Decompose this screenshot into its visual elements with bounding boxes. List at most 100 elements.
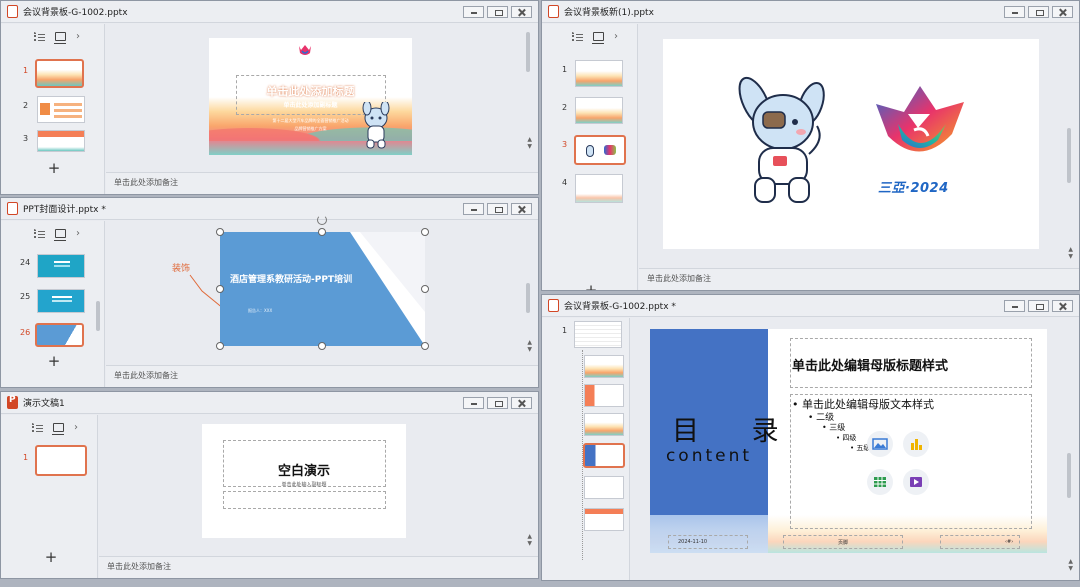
add-slide-button[interactable]: + [44,548,58,566]
layout-thumbnail[interactable] [584,355,624,378]
slide-canvas[interactable]: 目 录 content 单击此处编辑母版标题样式 • 单击此处编辑母版文本样式 … [650,329,1047,553]
resize-handle[interactable] [216,285,224,293]
slide-thumbnail[interactable] [575,97,623,124]
slide-editor[interactable]: ▲ ▼ 空白演示 单击此处输入副标题 单击此处添加备注 [99,415,538,578]
vertical-scrollbar[interactable] [1067,128,1071,183]
title-bar[interactable]: 会议背景板新(1).pptx [542,1,1079,23]
add-slide-button[interactable]: + [47,159,61,177]
title-bar[interactable]: 会议背景板-G-1002.pptx [1,1,538,23]
layout-thumbnail[interactable] [584,384,624,407]
slide-editor[interactable]: ▲ ▼ 目 录 content 单击此处编辑母版标题样式 • 单击此处编辑母版文本… [631,318,1079,580]
outline-view-icon[interactable] [32,423,43,432]
scroll-arrows-icon[interactable]: ▲ ▼ [527,136,532,150]
blue-shape[interactable] [220,232,425,346]
slide-canvas[interactable]: 单击此处添加标题 单击此处添加副标题 第十二届大型汽车品牌的全面营销推广活动 品… [209,38,412,155]
slide-editor[interactable]: ▲ ▼ 单击此处添加标题 单击此处添加副标题 第十二届大型汽车品牌的全面营销推广活… [106,24,538,194]
layout-thumbnail[interactable] [584,476,624,499]
vertical-scrollbar[interactable] [526,32,530,72]
slides-view-icon[interactable] [592,32,604,44]
resize-handle[interactable] [421,342,429,350]
slides-view-icon[interactable] [54,229,66,241]
minimize-button[interactable] [463,6,484,18]
thumbnail-scrollbar[interactable] [96,301,100,331]
resize-handle[interactable] [318,228,326,236]
master-thumbnail[interactable] [574,321,622,348]
chevron-right-icon[interactable]: › [614,32,618,42]
close-button[interactable] [511,397,532,409]
slide-thumbnail-pane[interactable]: › 1 2 3 4 + [542,24,638,290]
close-button[interactable] [511,203,532,215]
maximize-button[interactable] [1028,300,1049,312]
slide-thumbnail[interactable] [575,174,623,203]
add-slide-button[interactable]: + [584,281,598,290]
insert-chart-icon[interactable] [903,431,929,457]
slide-thumbnail[interactable] [37,130,85,152]
outline-view-icon[interactable] [34,32,45,41]
slides-view-icon[interactable] [52,423,64,435]
title-bar[interactable]: PPT封面设计.pptx * [1,198,538,220]
slide-thumbnail[interactable] [37,289,85,313]
slide-editor[interactable]: ▲ ▼ 三亞·2024 单击此处添加备注 [639,24,1079,290]
window-presentation-1[interactable]: 演示文稿1 › 1 + ▲▼ 空白演示 单击此处输入副标题 单击此处添加备注 [0,391,539,579]
master-thumbnail-pane[interactable]: 1 [542,318,630,580]
resize-handle[interactable] [421,285,429,293]
scroll-arrows-icon[interactable]: ▲ ▼ [527,339,532,353]
master-title-placeholder[interactable]: 单击此处编辑母版标题样式 [792,355,948,374]
window-meeting-board[interactable]: 会议背景板-G-1002.pptx › 1 2 3 + ▲ ▼ 单击此处添加标题… [0,0,539,195]
slide-canvas[interactable]: 酒店管理系教研活动-PPT培训 报告人：XXX [220,232,425,346]
slide-thumbnail[interactable] [35,323,84,347]
title-bar[interactable]: 会议背景板-G-1002.pptx * [542,295,1079,317]
vertical-scrollbar[interactable] [526,283,530,313]
window-ppt-cover-design[interactable]: PPT封面设计.pptx * › 24 25 26 + ▲ ▼ 装饰 酒店管理系… [0,197,539,388]
outline-view-icon[interactable] [572,32,583,41]
minimize-button[interactable] [463,397,484,409]
minimize-button[interactable] [1004,300,1025,312]
slide-thumbnail[interactable] [575,60,623,87]
maximize-button[interactable] [487,6,508,18]
slide-thumbnail-pane[interactable]: › 1 2 3 + [1,24,105,194]
outline-view-icon[interactable] [34,229,45,238]
title-bar[interactable]: 演示文稿1 [1,392,538,414]
resize-handle[interactable] [216,228,224,236]
layout-thumbnail[interactable] [584,413,624,436]
slide-thumbnail[interactable] [35,445,87,476]
notes-pane[interactable]: 单击此处添加备注 [106,172,538,194]
maximize-button[interactable] [1028,6,1049,18]
resize-handle[interactable] [318,342,326,350]
slide-canvas[interactable]: 空白演示 单击此处输入副标题 [202,424,406,538]
maximize-button[interactable] [487,203,508,215]
slide-canvas[interactable]: 三亞·2024 [663,39,1039,249]
notes-pane[interactable]: 单击此处添加备注 [99,556,538,578]
close-button[interactable] [1052,6,1073,18]
close-button[interactable] [511,6,532,18]
scroll-arrows-icon[interactable]: ▲ ▼ [527,533,532,547]
slide-thumbnail[interactable] [37,254,85,278]
window-meeting-board-new[interactable]: 会议背景板新(1).pptx › 1 2 3 4 + ▲ ▼ 三亞·2024 单… [541,0,1080,291]
scroll-arrows-icon[interactable]: ▲ ▼ [1068,246,1073,260]
window-meeting-board-master[interactable]: 会议背景板-G-1002.pptx * 1 ▲ ▼ 目 录 content 单击此… [541,294,1080,581]
vertical-scrollbar[interactable] [1067,453,1071,498]
insert-video-icon[interactable] [903,469,929,495]
minimize-button[interactable] [463,203,484,215]
slide-thumbnail-pane[interactable]: › 1 + [1,415,98,578]
add-slide-button[interactable]: + [47,352,61,370]
slides-view-icon[interactable] [54,32,66,44]
insert-picture-icon[interactable] [867,431,893,457]
slide-thumbnail[interactable] [35,59,84,88]
minimize-button[interactable] [1004,6,1025,18]
notes-pane[interactable]: 单击此处添加备注 [106,365,538,387]
slide-editor[interactable]: ▲ ▼ 装饰 酒店管理系教研活动-PPT培训 报告人：XXX 单击此处添加备注 [106,215,538,387]
slide-thumbnail-pane[interactable]: › 24 25 26 + [1,221,105,387]
notes-pane[interactable]: 单击此处添加备注 [639,268,1079,290]
scroll-arrows-icon[interactable]: ▲ ▼ [1068,558,1073,572]
chevron-right-icon[interactable]: › [74,423,78,433]
chevron-right-icon[interactable]: › [76,32,80,42]
rotate-handle[interactable] [317,215,327,225]
maximize-button[interactable] [487,397,508,409]
slide-thumbnail[interactable] [574,135,626,165]
layout-thumbnail[interactable] [584,508,624,531]
resize-handle[interactable] [216,342,224,350]
close-button[interactable] [1052,300,1073,312]
resize-handle[interactable] [421,228,429,236]
insert-table-icon[interactable] [867,469,893,495]
